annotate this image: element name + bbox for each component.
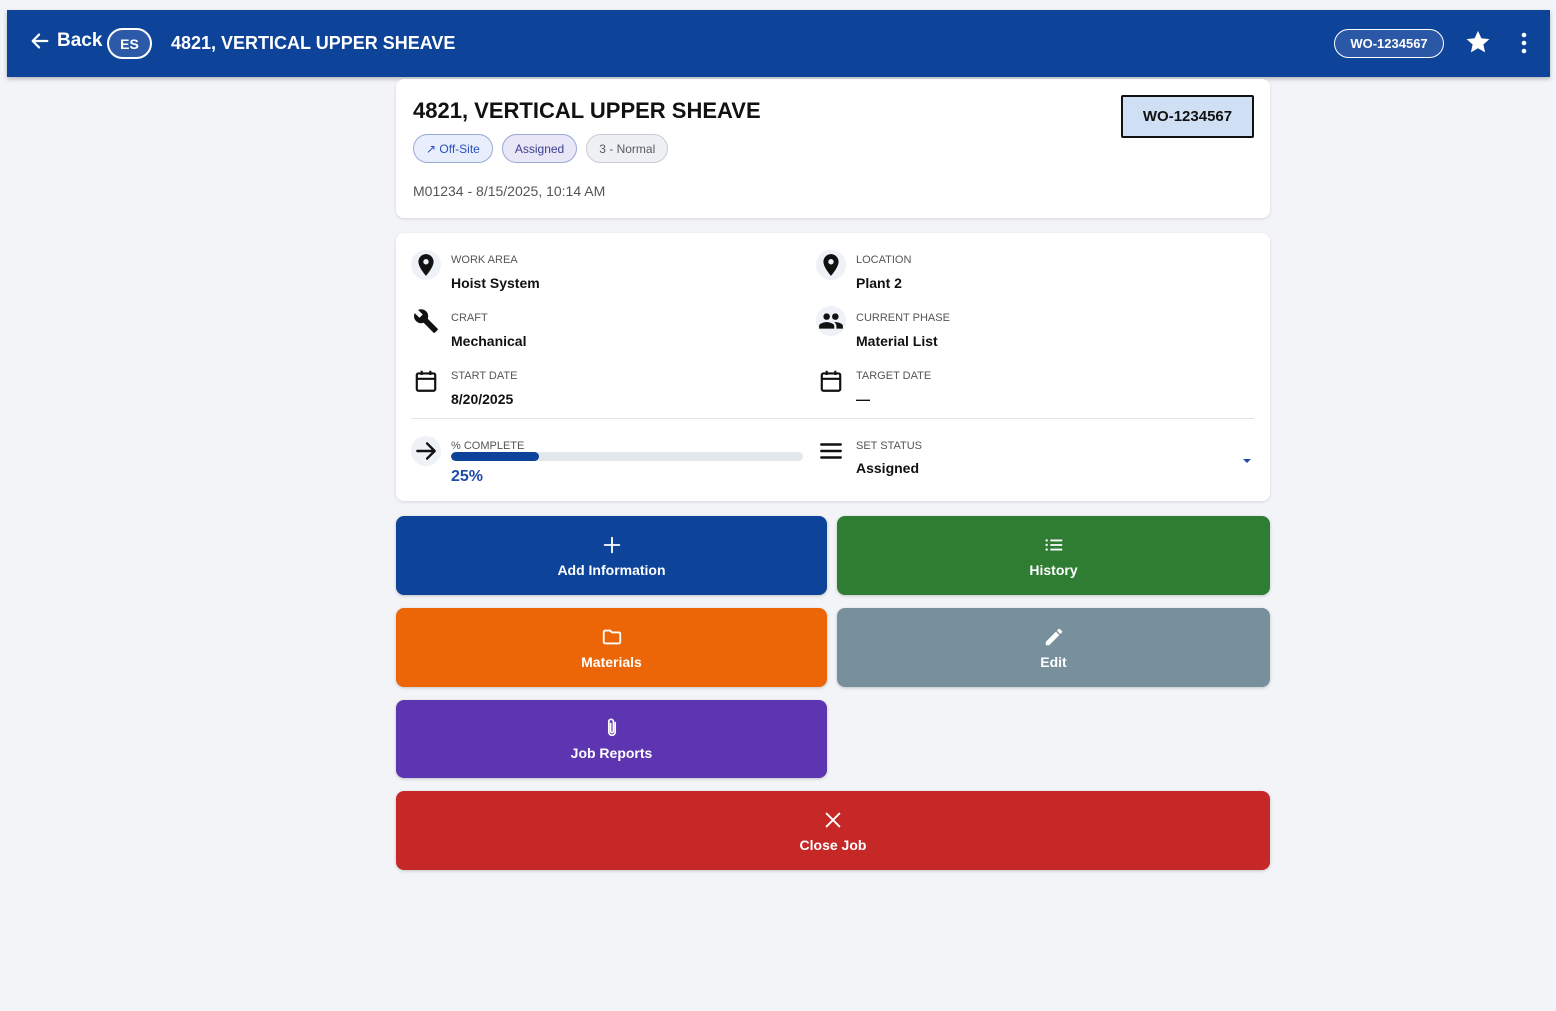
materials-label: Materials [581, 653, 642, 670]
status-chips: ↗ Off-Site Assigned 3 - Normal [413, 134, 669, 163]
created-meta: M01234 - 8/15/2025, 10:14 AM [413, 183, 606, 199]
map-pin-icon [816, 250, 846, 280]
chevron-down-icon[interactable] [1242, 458, 1252, 464]
current-phase-value: Material List [856, 333, 938, 349]
pencil-icon [1045, 628, 1062, 645]
menu-lines-icon [816, 436, 846, 466]
work-area-label: WORK AREA [451, 254, 518, 266]
set-status-label: SET STATUS [856, 440, 923, 452]
wrench-icon [411, 306, 441, 336]
add-information-button[interactable]: Add Information [396, 516, 827, 595]
arrow-right-icon [411, 436, 441, 466]
job-reports-label: Job Reports [570, 745, 653, 761]
history-button[interactable]: History [837, 516, 1270, 595]
percent-complete-label: % COMPLETE [451, 440, 525, 452]
people-icon [816, 306, 846, 336]
details-divider [411, 418, 1254, 419]
details-card: WORK AREA Hoist System LOCATION Plant 2 … [396, 233, 1270, 501]
percent-complete-field: % COMPLETE [411, 424, 811, 474]
app-bar-title: 4821, VERTICAL UPPER SHEAVE [171, 33, 456, 53]
edit-label: Edit [1040, 653, 1067, 670]
work-order-chip[interactable]: WO-1234567 [1334, 29, 1444, 58]
status-chip[interactable]: Assigned [501, 134, 578, 163]
materials-button[interactable]: Materials [396, 608, 827, 687]
set-status-dropdown[interactable]: SET STATUS Assigned [816, 424, 1256, 476]
current-phase-field: CURRENT PHASE Material List [816, 296, 1196, 349]
work-order-number: WO-1234567 [1121, 95, 1254, 138]
language-badge[interactable]: ES [107, 28, 152, 59]
start-date-value: 8/20/2025 [451, 391, 514, 407]
job-reports-button[interactable]: Job Reports [396, 700, 827, 778]
close-icon [825, 812, 841, 827]
set-status-value: Assigned [856, 460, 920, 476]
current-phase-label: CURRENT PHASE [856, 312, 950, 324]
start-date-label: START DATE [451, 370, 518, 382]
craft-value: Mechanical [451, 333, 527, 349]
app-bar: Back ES 4821, VERTICAL UPPER SHEAVE WO-1… [7, 10, 1550, 77]
star-icon[interactable] [1464, 28, 1492, 56]
back-label: Back [57, 30, 103, 51]
target-date-field: TARGET DATE — [816, 354, 1196, 407]
progress-fill [451, 452, 539, 461]
work-order-title: 4821, VERTICAL UPPER SHEAVE [413, 98, 761, 123]
close-job-label: Close Job [799, 836, 867, 853]
calendar-icon [411, 366, 441, 396]
map-pin-icon [411, 250, 441, 280]
priority-chip[interactable]: 3 - Normal [586, 134, 669, 163]
location-value: Plant 2 [856, 275, 902, 291]
craft-field: CRAFT Mechanical [411, 296, 791, 349]
history-label: History [1029, 561, 1078, 578]
start-date-field: START DATE 8/20/2025 [411, 354, 791, 407]
arrow-left-icon [31, 33, 49, 49]
calendar-icon [816, 366, 846, 396]
work-area-field: WORK AREA Hoist System [411, 238, 791, 291]
target-date-value: — [856, 391, 870, 407]
target-date-label: TARGET DATE [856, 370, 932, 382]
paperclip-icon [607, 718, 616, 737]
close-job-button[interactable]: Close Job [396, 791, 1270, 870]
work-area-value: Hoist System [451, 275, 540, 291]
percent-complete-value: 25% [451, 468, 484, 485]
location-field: LOCATION Plant 2 [816, 238, 1196, 291]
list-icon [1044, 538, 1062, 551]
add-information-label: Add Information [557, 561, 666, 578]
edit-button[interactable]: Edit [837, 608, 1270, 687]
work-order-header-card: 4821, VERTICAL UPPER SHEAVE WO-1234567 ↗… [396, 79, 1270, 218]
folder-icon [602, 629, 621, 644]
back-button[interactable]: Back [29, 30, 102, 52]
plus-icon [603, 536, 620, 553]
more-vertical-icon[interactable] [1513, 29, 1535, 57]
offsite-chip[interactable]: ↗ Off-Site [413, 134, 493, 163]
progress-bar [451, 452, 803, 461]
location-label: LOCATION [856, 254, 912, 266]
craft-label: CRAFT [451, 312, 488, 324]
